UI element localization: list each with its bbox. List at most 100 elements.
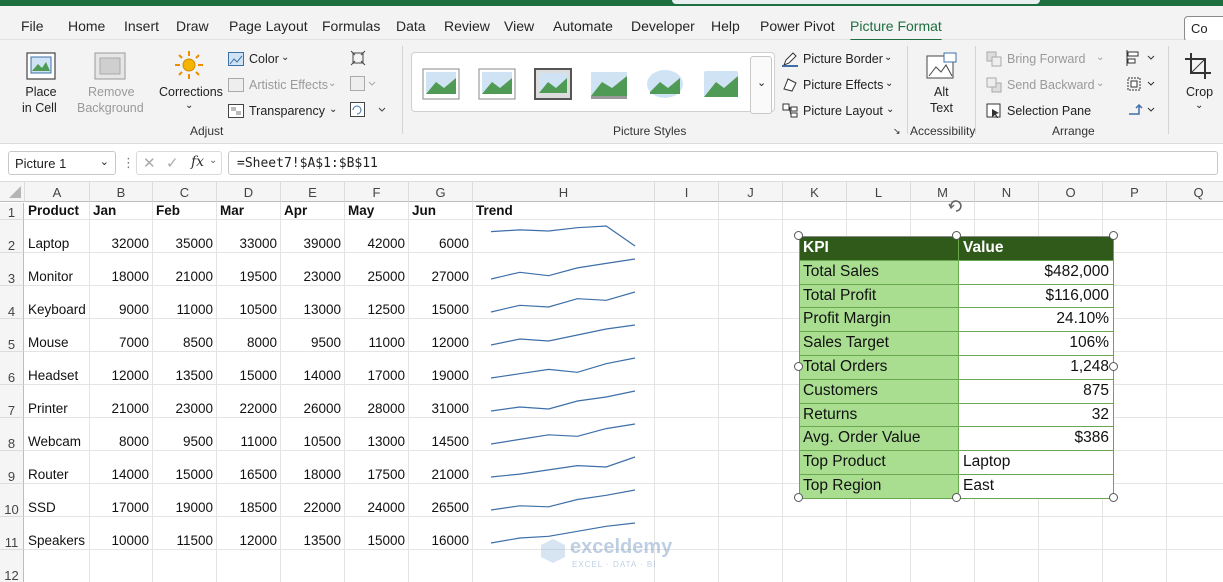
value-cell[interactable]: 16500: [217, 467, 277, 482]
value-cell[interactable]: 12500: [345, 302, 405, 317]
picture-styles-gallery[interactable]: [411, 52, 775, 112]
value-cell[interactable]: 6000: [409, 236, 469, 251]
row-header-5[interactable]: 5: [0, 319, 24, 352]
row-header-1[interactable]: 1: [0, 203, 24, 220]
change-picture-icon[interactable]: [350, 76, 376, 92]
product-cell[interactable]: SSD: [28, 500, 56, 515]
picture-style-thumb[interactable]: [422, 68, 460, 100]
row-header-4[interactable]: 4: [0, 286, 24, 319]
place-in-cell-button[interactable]: Place in Cell: [18, 48, 64, 120]
picture-layout-button[interactable]: Picture Layout ⌄: [782, 102, 894, 122]
value-cell[interactable]: 17000: [345, 368, 405, 383]
column-header-e[interactable]: E: [281, 182, 345, 202]
cancel-icon[interactable]: ✕: [143, 154, 156, 172]
value-cell[interactable]: 19000: [409, 368, 469, 383]
rotate-handle-icon[interactable]: [947, 197, 965, 213]
tab-insert[interactable]: Insert: [124, 18, 159, 34]
resize-handle[interactable]: [794, 493, 803, 502]
value-cell[interactable]: 12000: [409, 335, 469, 350]
value-cell[interactable]: 17500: [345, 467, 405, 482]
value-cell[interactable]: 10500: [281, 434, 341, 449]
value-cell[interactable]: 9500: [281, 335, 341, 350]
value-cell[interactable]: 24000: [345, 500, 405, 515]
value-cell[interactable]: 13500: [153, 368, 213, 383]
value-cell[interactable]: 35000: [153, 236, 213, 251]
value-cell[interactable]: 14000: [90, 467, 149, 482]
corrections-button[interactable]: Corrections ⌄: [156, 48, 223, 120]
search-box[interactable]: [672, 0, 1040, 4]
value-cell[interactable]: 23000: [153, 401, 213, 416]
rotate-icon[interactable]: [1126, 102, 1156, 118]
value-cell[interactable]: 19500: [217, 269, 277, 284]
row-header-10[interactable]: 10: [0, 484, 24, 517]
selection-pane-button[interactable]: Selection Pane: [986, 102, 1096, 122]
value-cell[interactable]: 25000: [345, 269, 405, 284]
column-header-b[interactable]: B: [90, 182, 153, 202]
enter-icon[interactable]: ✓: [166, 154, 179, 172]
tab-help[interactable]: Help: [711, 18, 740, 34]
column-header-i[interactable]: I: [655, 182, 719, 202]
name-box[interactable]: Picture 1 ⌄: [8, 151, 116, 175]
picture-style-thumb[interactable]: [702, 68, 740, 100]
styles-more-button[interactable]: ⌄: [750, 56, 772, 114]
column-header-k[interactable]: K: [783, 182, 847, 202]
product-cell[interactable]: Laptop: [28, 236, 69, 251]
value-cell[interactable]: 26000: [281, 401, 341, 416]
value-cell[interactable]: 23000: [281, 269, 341, 284]
value-cell[interactable]: 9500: [153, 434, 213, 449]
insert-function-icon[interactable]: fx: [191, 154, 204, 170]
value-cell[interactable]: 14500: [409, 434, 469, 449]
resize-handle[interactable]: [1109, 493, 1118, 502]
value-cell[interactable]: 8500: [153, 335, 213, 350]
value-cell[interactable]: 27000: [409, 269, 469, 284]
value-cell[interactable]: 22000: [217, 401, 277, 416]
crop-button[interactable]: Crop ⌄: [1178, 48, 1220, 120]
value-cell[interactable]: 21000: [153, 269, 213, 284]
product-cell[interactable]: Monitor: [28, 269, 73, 284]
bring-forward-button[interactable]: Bring Forward ⌄: [986, 50, 1108, 70]
tab-review[interactable]: Review: [444, 18, 490, 34]
row-header-2[interactable]: 2: [0, 220, 24, 253]
row-header-11[interactable]: 11: [0, 517, 24, 550]
value-cell[interactable]: 19000: [153, 500, 213, 515]
value-cell[interactable]: 15000: [409, 302, 469, 317]
transparency-button[interactable]: Transparency ⌄: [228, 102, 338, 122]
column-header-m[interactable]: M: [911, 182, 975, 202]
value-cell[interactable]: 11000: [217, 434, 277, 449]
value-cell[interactable]: 16000: [409, 533, 469, 548]
value-cell[interactable]: 13000: [281, 302, 341, 317]
value-cell[interactable]: 17000: [90, 500, 149, 515]
value-cell[interactable]: 18500: [217, 500, 277, 515]
row-header-7[interactable]: 7: [0, 385, 24, 418]
tab-draw[interactable]: Draw: [176, 18, 209, 34]
value-cell[interactable]: 15000: [153, 467, 213, 482]
tab-picture-format[interactable]: Picture Format: [850, 18, 942, 42]
column-header-q[interactable]: Q: [1167, 182, 1223, 202]
column-header-l[interactable]: L: [847, 182, 911, 202]
product-cell[interactable]: Keyboard: [28, 302, 86, 317]
value-cell[interactable]: 18000: [281, 467, 341, 482]
value-cell[interactable]: 18000: [90, 269, 149, 284]
remove-background-button[interactable]: Remove Background: [74, 48, 146, 120]
product-cell[interactable]: Printer: [28, 401, 68, 416]
artistic-effects-button[interactable]: Artistic Effects ⌄: [228, 76, 336, 96]
column-header-c[interactable]: C: [153, 182, 217, 202]
resize-handle[interactable]: [951, 493, 961, 502]
tab-automate[interactable]: Automate: [553, 18, 613, 34]
more-options-icon[interactable]: ⋮: [122, 155, 135, 171]
picture-style-thumb[interactable]: [590, 68, 628, 100]
header-cell[interactable]: Product: [28, 203, 79, 218]
select-all-corner[interactable]: [0, 182, 25, 202]
alt-text-button[interactable]: Alt Text: [920, 48, 964, 120]
resize-handle[interactable]: [1109, 362, 1118, 371]
value-cell[interactable]: 11000: [153, 302, 213, 317]
value-cell[interactable]: 7000: [90, 335, 149, 350]
column-header-n[interactable]: N: [975, 182, 1039, 202]
value-cell[interactable]: 33000: [217, 236, 277, 251]
value-cell[interactable]: 21000: [90, 401, 149, 416]
header-cell[interactable]: Jan: [93, 203, 116, 218]
tab-power-pivot[interactable]: Power Pivot: [760, 18, 835, 34]
value-cell[interactable]: 22000: [281, 500, 341, 515]
value-cell[interactable]: 10500: [217, 302, 277, 317]
row-header-8[interactable]: 8: [0, 418, 24, 451]
